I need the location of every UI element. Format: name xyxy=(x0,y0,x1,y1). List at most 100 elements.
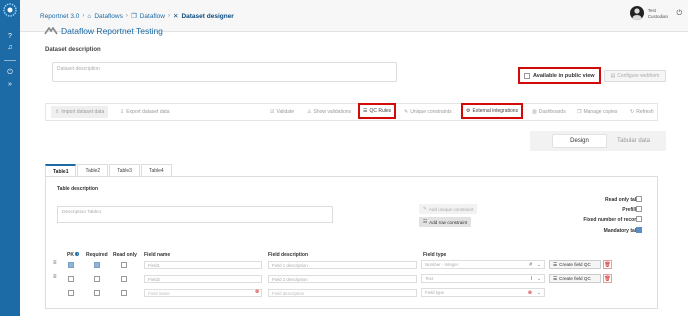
add-unique-constraint-button[interactable]: ✎ Add unique constraint xyxy=(419,204,478,214)
tab-table1[interactable]: Table1 xyxy=(45,164,77,176)
delete-field-button[interactable]: 🗑 xyxy=(603,260,612,269)
sidebar-divider xyxy=(4,60,16,61)
configure-webform-button[interactable]: ▤ Configure webform xyxy=(604,70,666,82)
pk-header: PK i xyxy=(67,252,80,258)
fixed-records-checkbox[interactable] xyxy=(636,216,642,222)
table-tabs: Table1 Table2 Table3 Table4 xyxy=(45,164,173,176)
reportnet-logo-icon[interactable] xyxy=(3,3,17,17)
breadcrumb-home[interactable]: Reportnet 3.0 xyxy=(40,13,79,20)
required-checkbox[interactable] xyxy=(94,290,100,296)
list-check-icon: ☰ xyxy=(363,108,368,114)
list-check-icon: ☰ xyxy=(553,261,558,267)
export-dataset-button[interactable]: ⇩ Export dataset data xyxy=(120,106,170,118)
import-dataset-button[interactable]: ⇪ Import dataset data xyxy=(51,106,109,118)
public-view-checkbox[interactable]: Available in public view xyxy=(518,67,601,84)
field-name-input[interactable]: Field2 xyxy=(144,275,262,283)
unique-constraints-button[interactable]: ✎ Unique constraints xyxy=(404,106,452,118)
read-only-table-checkbox[interactable] xyxy=(636,196,642,202)
manage-copies-label: Manage copies xyxy=(583,109,618,115)
required-checkbox[interactable] xyxy=(94,276,100,282)
table-description-input[interactable]: Description Table1 xyxy=(57,206,333,223)
info-icon[interactable]: i xyxy=(75,252,80,256)
bell-icon[interactable]: ♫ xyxy=(0,43,20,53)
left-sidebar: ? ♫ ⏻ » xyxy=(0,0,20,316)
key-icon: ✎ xyxy=(404,109,409,115)
view-switch[interactable]: Design Tabular data xyxy=(552,134,660,148)
tab-table4[interactable]: Table4 xyxy=(140,164,172,176)
show-validations-button[interactable]: ⚠ Show validations xyxy=(307,106,351,118)
tabular-view-toggle[interactable]: Tabular data xyxy=(607,134,660,148)
text-type-icon: I xyxy=(530,276,532,282)
tab-table3[interactable]: Table3 xyxy=(109,164,140,176)
dashboards-label: Dashboards xyxy=(538,109,566,115)
qc-rules-label: QC Rules xyxy=(369,108,392,114)
read-only-checkbox[interactable] xyxy=(121,276,127,282)
required-checkbox[interactable] xyxy=(94,262,100,268)
new-field-description-input[interactable]: Field description xyxy=(268,289,417,297)
home-icon: ⌂ xyxy=(87,12,92,20)
field-type-placeholder: Field type xyxy=(425,290,445,295)
field-type-value: Number - Integer xyxy=(425,262,459,267)
design-view-toggle[interactable]: Design xyxy=(552,134,607,148)
checkbox-icon[interactable] xyxy=(524,72,530,79)
field-description-input[interactable]: Field 1 description xyxy=(268,261,417,269)
public-view-label: Available in public view xyxy=(533,72,595,79)
help-icon[interactable]: ? xyxy=(0,32,20,42)
manage-copies-button[interactable]: ❐ Manage copies xyxy=(577,106,617,118)
refresh-button[interactable]: ↻ Refresh xyxy=(630,106,654,118)
create-field-qc-button[interactable]: ☰ Create field QC xyxy=(549,260,601,269)
pk-checkbox[interactable] xyxy=(68,290,74,296)
pk-header-label: PK xyxy=(67,252,74,258)
read-only-checkbox[interactable] xyxy=(121,262,127,268)
field-description-header: Field description xyxy=(268,252,309,258)
new-field-type-dropdown[interactable]: Field type ⊗ ⌄ xyxy=(421,288,545,297)
chevron-right-icon: › xyxy=(168,13,170,19)
show-validations-label: Show validations xyxy=(313,109,352,115)
drag-handle-icon[interactable]: ≡ xyxy=(53,274,57,280)
power-icon[interactable]: ⏻ xyxy=(0,68,20,78)
unique-constraints-label: Unique constraints xyxy=(410,109,452,115)
validate-button[interactable]: ☑ Validate xyxy=(270,106,294,118)
pk-checkbox[interactable] xyxy=(68,262,74,268)
dataset-description-input[interactable]: Dataset description xyxy=(52,62,397,82)
field-description-input[interactable]: Field 2 description xyxy=(268,275,417,283)
avatar[interactable] xyxy=(630,6,644,20)
logout-icon[interactable]: ⏻ xyxy=(676,10,682,18)
read-only-header: Read only xyxy=(113,252,137,258)
mandatory-table-checkbox[interactable] xyxy=(636,227,642,233)
breadcrumb-dataflows[interactable]: Dataflows xyxy=(94,13,123,20)
error-icon: ⊗ xyxy=(527,290,532,296)
delete-field-button[interactable]: 🗑 xyxy=(603,274,612,283)
dashboards-button[interactable]: ▥ Dashboards xyxy=(532,106,566,118)
pencil-icon: ✎ xyxy=(423,206,427,211)
tab-table2[interactable]: Table2 xyxy=(77,164,109,176)
page-title: Dataflow Reportnet Testing xyxy=(44,26,163,36)
breadcrumb-dataflow[interactable]: Dataflow xyxy=(140,13,165,20)
read-only-checkbox[interactable] xyxy=(121,290,127,296)
add-unique-label: Add unique constraint xyxy=(428,206,474,212)
trash-icon: 🗑 xyxy=(604,262,611,268)
pk-checkbox[interactable] xyxy=(68,276,74,282)
field-type-dropdown[interactable]: Number - Integer # ⌄ xyxy=(421,260,545,269)
drag-handle-icon[interactable]: ≡ xyxy=(53,260,57,266)
dataflow-icon xyxy=(44,27,58,35)
new-field-name-input[interactable]: Field name xyxy=(144,289,262,297)
create-field-qc-button[interactable]: ☰ Create field QC xyxy=(549,274,601,283)
add-row-constraint-button[interactable]: ☷ Add row constraint xyxy=(419,217,472,227)
external-integrations-button[interactable]: ⚙ External integrations xyxy=(461,103,524,119)
field-type-dropdown[interactable]: Text I ⌄ xyxy=(421,274,545,283)
field-name-input[interactable]: Field1 xyxy=(144,261,262,269)
export-label: Export dataset data xyxy=(126,109,170,115)
chevrons-right-icon[interactable]: » xyxy=(0,80,20,90)
create-field-qc-label: Create field QC xyxy=(559,262,591,267)
field-type-value: Text xyxy=(425,276,434,281)
fixed-records-label: Fixed number of records xyxy=(583,217,642,223)
import-icon: ⇪ xyxy=(55,109,60,115)
warning-icon: ⚠ xyxy=(307,109,312,115)
integrations-icon: ⚙ xyxy=(466,108,471,114)
prefilled-checkbox[interactable] xyxy=(636,206,642,212)
copy-icon: ❐ xyxy=(577,109,582,115)
user-name[interactable]: Test Custodian xyxy=(648,8,668,19)
chevron-down-icon: ⌄ xyxy=(536,276,541,282)
qc-rules-button[interactable]: ☰ QC Rules xyxy=(358,103,397,119)
